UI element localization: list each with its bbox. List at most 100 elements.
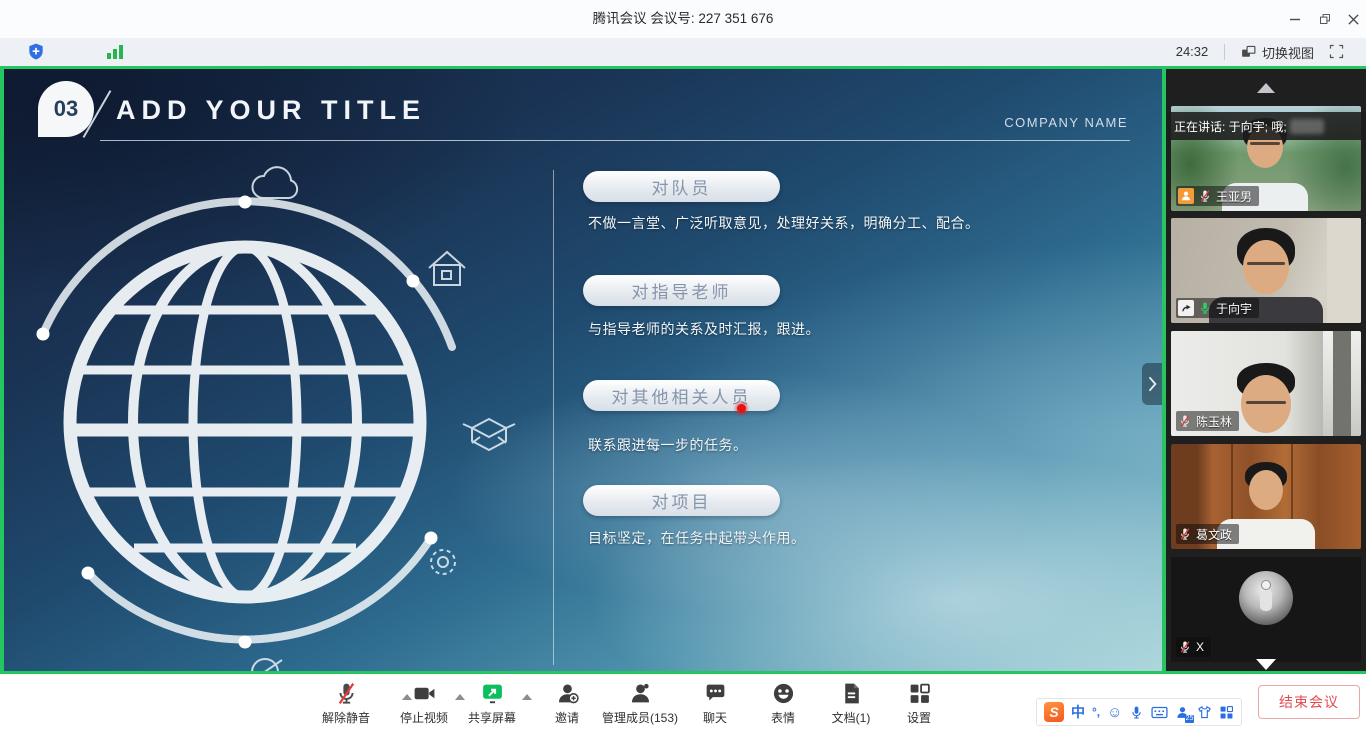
participant-namebar: X — [1176, 637, 1211, 657]
mic-muted-icon — [1178, 414, 1192, 428]
share-frame-left — [0, 66, 4, 674]
slide-divider — [553, 170, 554, 665]
ime-keyboard-icon[interactable] — [1151, 705, 1168, 720]
chat-bubble-icon — [703, 680, 728, 706]
ime-voice-icon[interactable] — [1129, 705, 1144, 720]
shared-screen-slide: 03 ADD YOUR TITLE COMPANY NAME — [4, 69, 1162, 671]
share-screen-button[interactable]: 共享屏幕 — [454, 680, 530, 726]
ime-emoji-icon[interactable]: ☺ — [1107, 705, 1122, 720]
sharing-badge-icon — [1178, 300, 1194, 316]
ime-user-badge: 25 — [1185, 715, 1195, 723]
section-pill: 对队员 — [583, 171, 780, 202]
section-desc: 与指导老师的关系及时汇报，跟进。 — [588, 319, 820, 339]
cloud-icon — [252, 167, 297, 198]
ime-user-icon[interactable]: 25 — [1175, 705, 1190, 720]
slide-header-underline — [100, 140, 1130, 141]
meeting-control-bar: 解除静音 停止视频 共享屏幕 邀请 管理成员(15 — [0, 674, 1366, 730]
participant-namebar: 于向宇 — [1176, 298, 1259, 318]
section-desc: 联系跟进每一步的任务。 — [588, 435, 748, 455]
smiley-icon — [771, 680, 796, 706]
titlebar[interactable]: 腾讯会议 会议号: 227 351 676 — [0, 0, 1366, 38]
mic-muted-icon — [334, 680, 359, 706]
participant-tile[interactable]: 葛文政 — [1171, 444, 1361, 549]
active-speaker-text: 正在讲话: 于向宇; 哦; — [1174, 118, 1287, 135]
section-desc: 不做一言堂、广泛听取意见，处理好关系，明确分工、配合。 — [588, 213, 980, 233]
participant-tile[interactable]: 陈玉林 — [1171, 331, 1361, 436]
participant-name: 王亚男 — [1216, 188, 1252, 205]
share-options-arrow[interactable] — [522, 694, 532, 700]
section-pill: 对项目 — [583, 485, 780, 516]
stop-video-button[interactable]: 停止视频 — [386, 680, 462, 726]
share-screen-icon — [480, 680, 505, 706]
chevron-right-icon — [1145, 374, 1159, 394]
mic-muted-icon — [1178, 640, 1192, 654]
unmute-label: 解除静音 — [322, 709, 370, 726]
blurred-text — [1290, 119, 1324, 134]
participant-tile[interactable]: 于向宇 — [1171, 218, 1361, 323]
settings-grid-icon — [907, 680, 932, 706]
invite-button[interactable]: 邀请 — [538, 680, 596, 726]
section-pill: 对指导老师 — [583, 275, 780, 306]
end-meeting-button[interactable]: 结束会议 — [1258, 685, 1360, 719]
ime-toolbox-icon[interactable] — [1219, 705, 1234, 720]
minimize-icon — [1288, 12, 1302, 26]
share-screen-label: 共享屏幕 — [468, 709, 516, 726]
active-speaker-banner: 正在讲话: 于向宇; 哦; — [1166, 112, 1366, 140]
meeting-duration: 24:32 — [1168, 38, 1216, 66]
settings-label: 设置 — [907, 709, 931, 726]
restore-button[interactable] — [1310, 4, 1340, 34]
manage-members-button[interactable]: 管理成员(153) — [592, 680, 688, 726]
participant-name: X — [1196, 640, 1204, 654]
settings-button[interactable]: 设置 — [890, 680, 948, 726]
meeting-info-shield-icon[interactable] — [26, 42, 46, 67]
participant-namebar: 陈玉林 — [1176, 411, 1239, 431]
manage-members-label: 管理成员(153) — [602, 709, 678, 726]
participant-tile[interactable]: X — [1171, 557, 1361, 662]
house-icon — [429, 252, 465, 285]
unmute-button[interactable]: 解除静音 — [305, 680, 387, 726]
emoji-button[interactable]: 表情 — [754, 680, 812, 726]
collapse-sidebar-button[interactable] — [1142, 363, 1162, 405]
chat-label: 聊天 — [703, 709, 727, 726]
sogou-logo-icon[interactable]: S — [1044, 702, 1064, 722]
network-signal-icon[interactable] — [106, 44, 124, 65]
stop-video-label: 停止视频 — [400, 709, 448, 726]
section-desc: 目标坚定，在任务中起带头作用。 — [588, 528, 806, 548]
meeting-toolbar-top: 24:32 切换视图 — [0, 38, 1366, 66]
slide-title: ADD YOUR TITLE — [116, 95, 426, 126]
scroll-down-arrow[interactable] — [1256, 659, 1276, 670]
ime-language-toggle[interactable]: 中 — [1071, 705, 1085, 719]
participant-namebar: 王亚男 — [1176, 186, 1259, 206]
tencent-meeting-window: 腾讯会议 会议号: 227 351 676 24:32 切换视图 — [0, 0, 1366, 730]
switch-view-button[interactable]: 切换视图 — [1240, 38, 1314, 66]
minimize-button[interactable] — [1280, 4, 1310, 34]
slide-number-badge: 03 — [38, 81, 94, 137]
scroll-up-arrow[interactable] — [1257, 83, 1275, 93]
member-person-icon — [628, 680, 653, 706]
invite-label: 邀请 — [555, 709, 579, 726]
mic-muted-icon — [1198, 189, 1212, 203]
mic-muted-icon — [1178, 527, 1192, 541]
switch-view-icon — [1240, 44, 1257, 61]
ime-toolbar[interactable]: S 中 °, ☺ 25 — [1036, 698, 1242, 726]
open-box-icon — [463, 419, 515, 450]
participant-name: 于向宇 — [1216, 300, 1252, 317]
company-name: COMPANY NAME — [994, 115, 1128, 130]
fullscreen-button[interactable] — [1328, 43, 1345, 65]
fullscreen-icon — [1328, 43, 1345, 60]
laser-pointer-dot — [737, 404, 746, 413]
globe-graphic — [10, 150, 555, 671]
camera-icon — [412, 680, 437, 706]
share-frame-right — [1162, 66, 1166, 674]
ime-skin-shirt-icon[interactable] — [1197, 705, 1212, 720]
section-pill: 对其他相关人员 — [583, 380, 780, 411]
docs-button[interactable]: 文档(1) — [818, 680, 884, 726]
participants-sidebar: 正在讲话: 于向宇; 哦; 王亚男 — [1166, 69, 1366, 671]
slide-number: 03 — [54, 96, 78, 122]
chat-button[interactable]: 聊天 — [686, 680, 744, 726]
topbar-divider — [1224, 44, 1225, 60]
close-icon — [1347, 13, 1360, 26]
host-badge-icon — [1178, 188, 1194, 204]
ime-punctuation-toggle[interactable]: °, — [1092, 706, 1100, 718]
close-button[interactable] — [1338, 4, 1366, 34]
